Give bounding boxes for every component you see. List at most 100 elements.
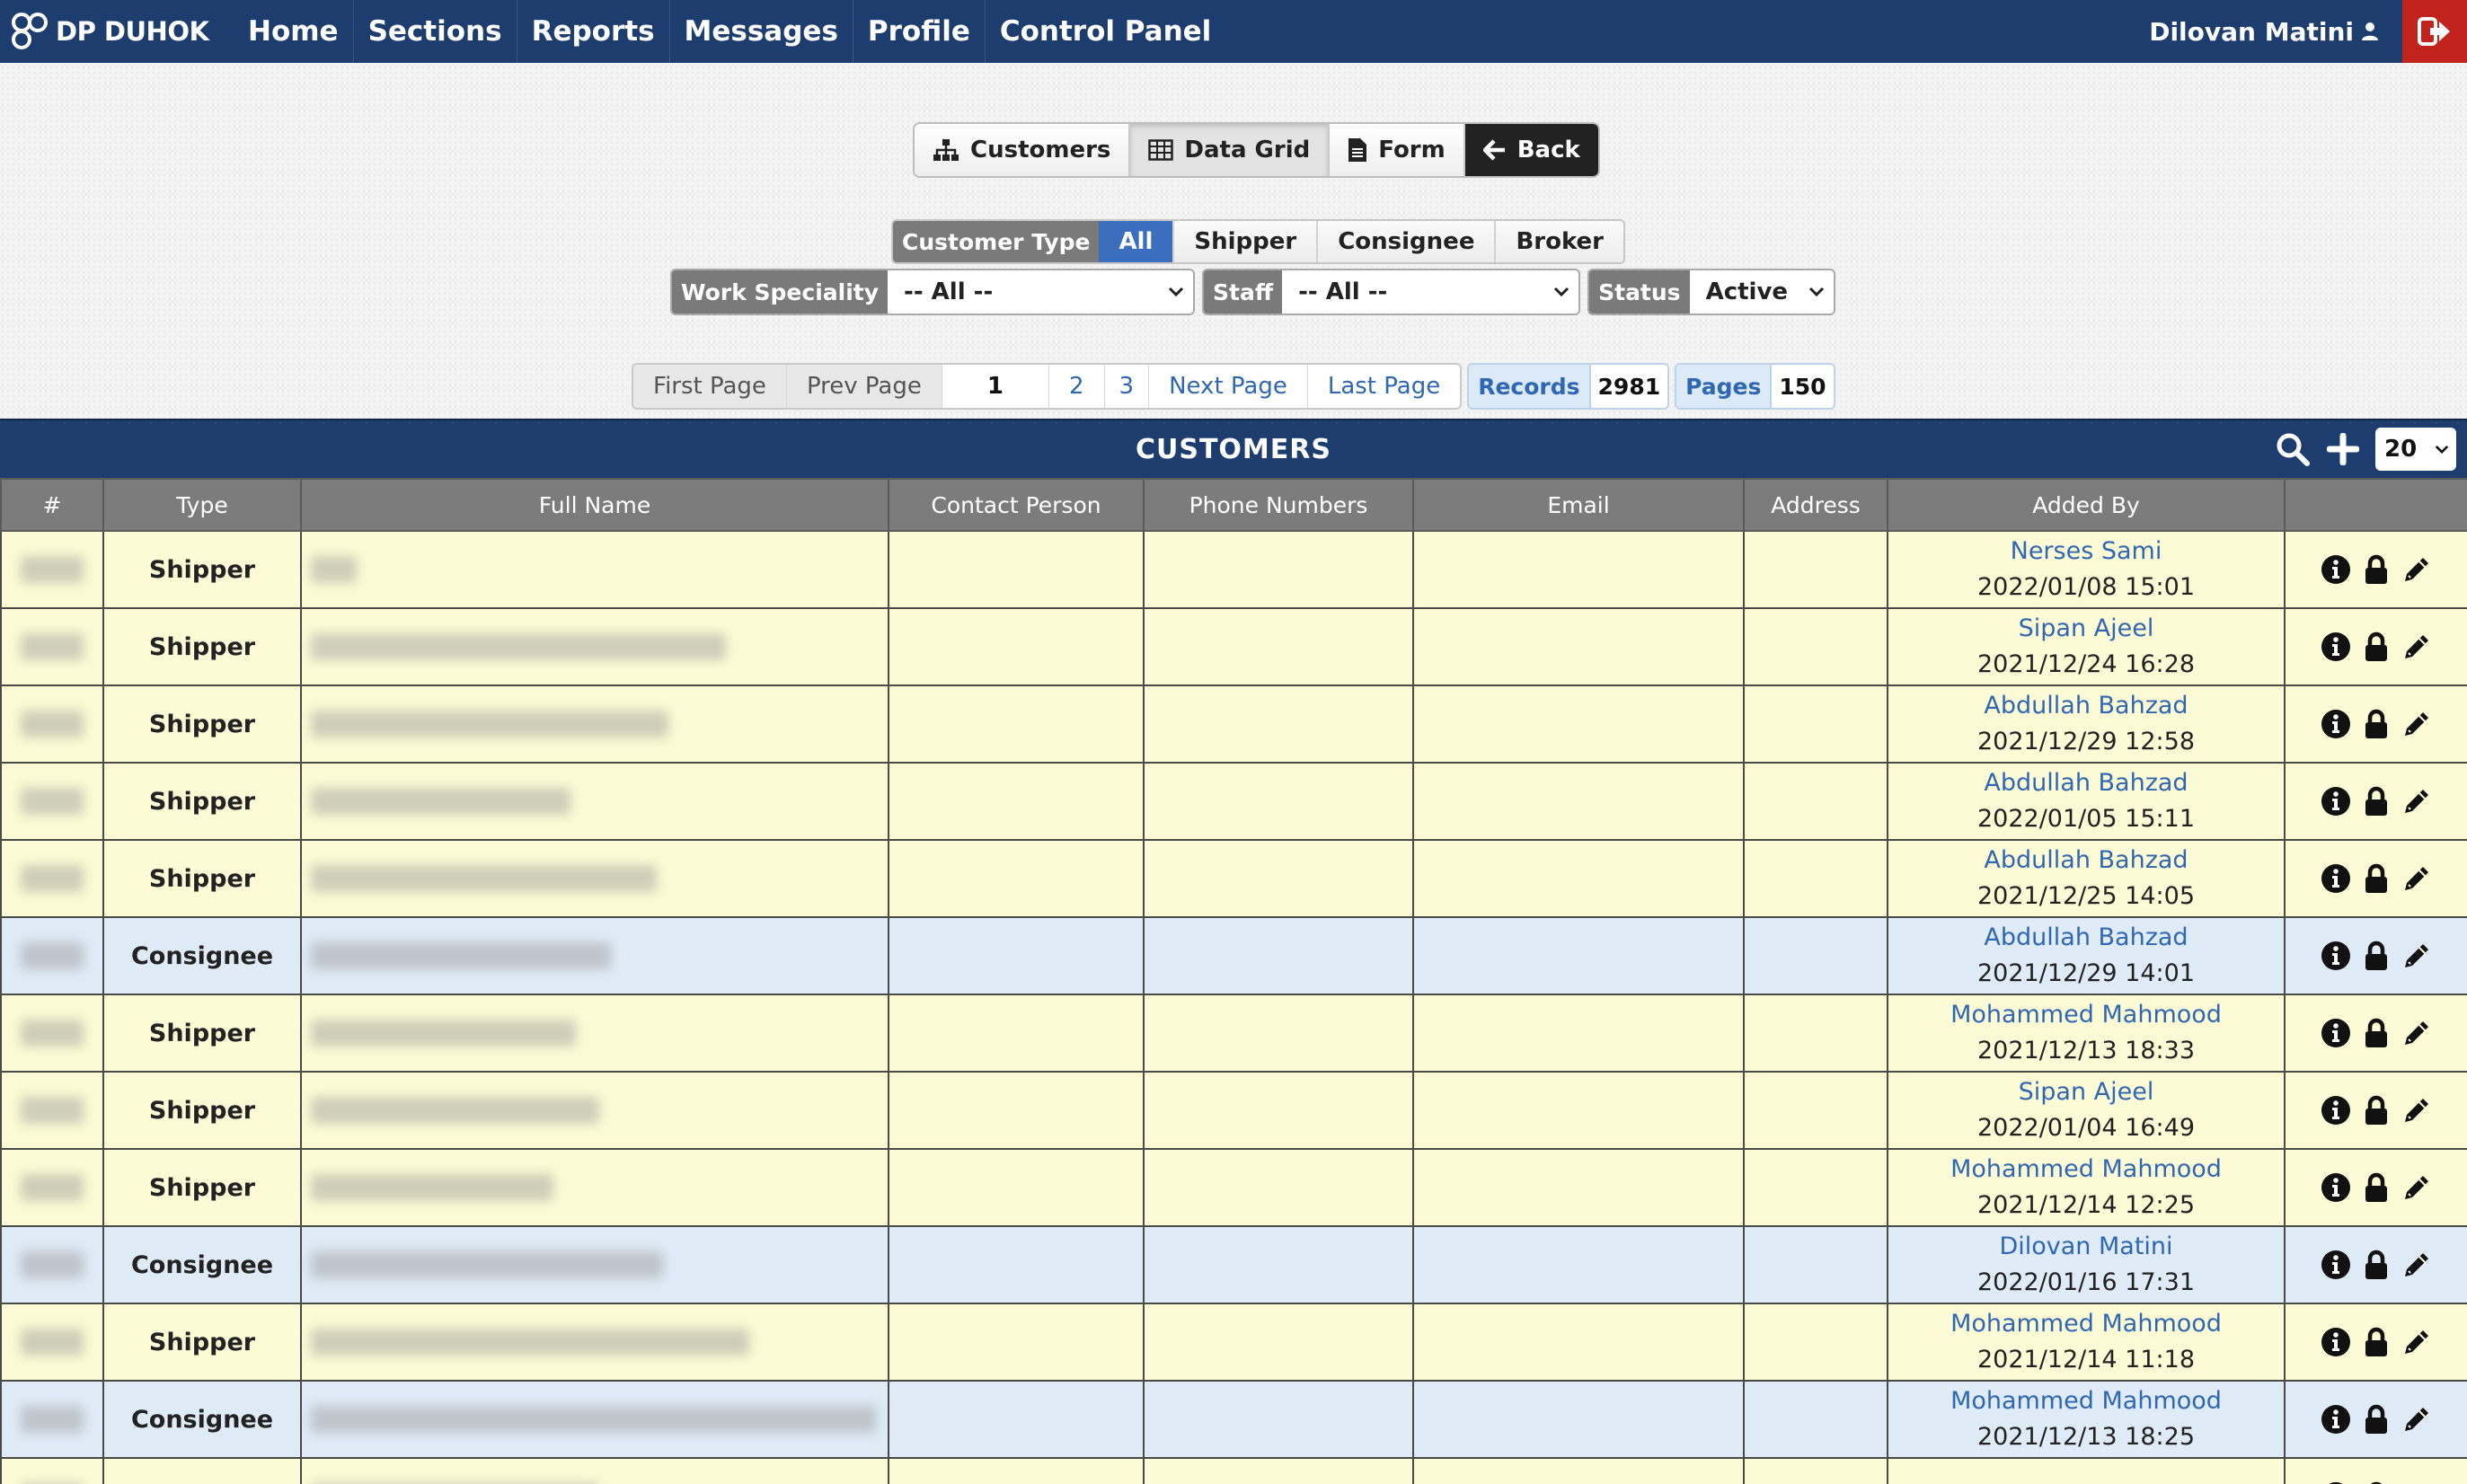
customer-type-shipper[interactable]: Shipper (1172, 221, 1317, 262)
info-icon[interactable] (2321, 941, 2351, 971)
lock-icon[interactable] (2364, 1327, 2389, 1357)
back-button[interactable]: Back (1464, 124, 1598, 176)
table-row[interactable]: Shipper Mohammed Mahmood 2021/12/13 18:33 (0, 994, 2467, 1073)
lock-icon[interactable] (2364, 632, 2389, 662)
table-row[interactable]: Consignee Dilovan Matini 2022/01/16 17:31 (0, 1225, 2467, 1304)
pencil-icon[interactable] (2401, 1095, 2432, 1126)
added-by-user-link[interactable]: Sipan Ajeel (1888, 611, 2284, 647)
page-1-button[interactable]: 1 (941, 365, 1048, 408)
info-icon[interactable] (2321, 1018, 2351, 1048)
customer-type-all[interactable]: All (1099, 221, 1173, 262)
page-3-button[interactable]: 3 (1103, 365, 1149, 408)
pencil-icon[interactable] (2401, 1250, 2432, 1280)
lock-icon[interactable] (2364, 1404, 2389, 1435)
form-view-button[interactable]: Form (1330, 124, 1465, 176)
page-size-select[interactable]: 20 (2375, 428, 2456, 471)
staff-select[interactable]: -- All -- (1282, 270, 1579, 314)
info-icon[interactable] (2321, 1172, 2351, 1203)
info-icon[interactable] (2321, 863, 2351, 894)
nav-home[interactable]: Home (234, 0, 354, 63)
added-by-user-link[interactable]: Dilovan Matini (1888, 1229, 2284, 1265)
column-header-index[interactable]: # (0, 478, 104, 532)
lock-icon[interactable] (2364, 554, 2389, 585)
table-row[interactable]: Shipper Abdullah Bahzad 2021/12/25 14:05 (0, 839, 2467, 918)
column-header-type[interactable]: Type (102, 478, 302, 532)
search-icon[interactable] (2275, 431, 2311, 467)
lock-icon[interactable] (2364, 1095, 2389, 1126)
plus-icon[interactable] (2327, 433, 2359, 465)
customers-view-button[interactable]: Customers (915, 124, 1131, 176)
table-row[interactable]: Shipper Sipan Ajeel 2022/01/04 16:49 (0, 1071, 2467, 1150)
brand-logo[interactable]: DP DUHOK (0, 0, 234, 63)
pencil-icon[interactable] (2401, 1327, 2432, 1357)
last-page-button[interactable]: Last Page (1306, 365, 1460, 408)
added-by-user-link[interactable]: Mohammed Mahmood (1888, 1383, 2284, 1419)
added-by-user-link[interactable]: Sipan Ajeel (1888, 1074, 2284, 1110)
column-header-address[interactable]: Address (1743, 478, 1888, 532)
logout-button[interactable] (2402, 0, 2467, 63)
pencil-icon[interactable] (2401, 709, 2432, 739)
lock-icon[interactable] (2364, 1250, 2389, 1280)
data-grid-view-button[interactable]: Data Grid (1130, 124, 1331, 176)
pencil-icon[interactable] (2401, 1404, 2432, 1435)
added-by-user-link[interactable]: Abdullah Bahzad (1888, 1479, 2284, 1484)
prev-page-button[interactable]: Prev Page (785, 365, 942, 408)
info-icon[interactable] (2321, 1095, 2351, 1126)
table-row[interactable]: Abdullah Bahzad (0, 1457, 2467, 1484)
lock-icon[interactable] (2364, 786, 2389, 817)
table-row[interactable]: Shipper Mohammed Mahmood 2021/12/14 12:25 (0, 1148, 2467, 1227)
pencil-icon[interactable] (2401, 1018, 2432, 1048)
column-header-phone-numbers[interactable]: Phone Numbers (1143, 478, 1414, 532)
info-icon[interactable] (2321, 786, 2351, 817)
pencil-icon[interactable] (2401, 863, 2432, 894)
added-by-user-link[interactable]: Mohammed Mahmood (1888, 997, 2284, 1033)
customer-type-broker[interactable]: Broker (1494, 221, 1624, 262)
table-row[interactable]: Shipper Abdullah Bahzad 2021/12/29 12:58 (0, 685, 2467, 764)
next-page-button[interactable]: Next Page (1148, 365, 1307, 408)
added-by-user-link[interactable]: Nerses Sami (1888, 534, 2284, 570)
nav-messages[interactable]: Messages (670, 0, 853, 63)
nav-reports[interactable]: Reports (517, 0, 670, 63)
added-by-user-link[interactable]: Abdullah Bahzad (1888, 843, 2284, 879)
info-icon[interactable] (2321, 554, 2351, 585)
page-2-button[interactable]: 2 (1048, 365, 1104, 408)
column-header-added-by[interactable]: Added By (1887, 478, 2286, 532)
lock-icon[interactable] (2364, 709, 2389, 739)
nav-control-panel[interactable]: Control Panel (986, 0, 1225, 63)
table-row[interactable]: Shipper Mohammed Mahmood 2021/12/14 11:18 (0, 1303, 2467, 1382)
column-header-full-name[interactable]: Full Name (300, 478, 889, 532)
table-row[interactable]: Consignee Abdullah Bahzad 2021/12/29 14:01 (0, 916, 2467, 995)
added-by-user-link[interactable]: Abdullah Bahzad (1888, 688, 2284, 724)
pencil-icon[interactable] (2401, 941, 2432, 971)
table-row[interactable]: Consignee Mohammed Mahmood 2021/12/13 18:2… (0, 1380, 2467, 1459)
pencil-icon[interactable] (2401, 786, 2432, 817)
lock-icon[interactable] (2364, 941, 2389, 971)
added-by-user-link[interactable]: Mohammed Mahmood (1888, 1306, 2284, 1342)
added-by-user-link[interactable]: Mohammed Mahmood (1888, 1152, 2284, 1188)
nav-profile[interactable]: Profile (853, 0, 986, 63)
info-icon[interactable] (2321, 709, 2351, 739)
lock-icon[interactable] (2364, 1018, 2389, 1048)
info-icon[interactable] (2321, 1250, 2351, 1280)
pencil-icon[interactable] (2401, 1172, 2432, 1203)
status-select[interactable]: Active (1689, 270, 1834, 314)
table-row[interactable]: Shipper Nerses Sami 2022/01/08 15:01 (0, 530, 2467, 609)
table-row[interactable]: Shipper Sipan Ajeel 2021/12/24 16:28 (0, 607, 2467, 686)
added-by-user-link[interactable]: Abdullah Bahzad (1888, 765, 2284, 801)
info-icon[interactable] (2321, 632, 2351, 662)
info-icon[interactable] (2321, 1327, 2351, 1357)
first-page-button[interactable]: First Page (633, 365, 786, 408)
nav-sections[interactable]: Sections (354, 0, 517, 63)
table-row[interactable]: Shipper Abdullah Bahzad 2022/01/05 15:11 (0, 762, 2467, 841)
pencil-icon[interactable] (2401, 632, 2432, 662)
added-by-user-link[interactable]: Abdullah Bahzad (1888, 920, 2284, 956)
lock-icon[interactable] (2364, 1172, 2389, 1203)
user-menu[interactable]: Dilovan Matini (2149, 17, 2402, 47)
pencil-icon[interactable] (2401, 554, 2432, 585)
work-speciality-select[interactable]: -- All -- (888, 270, 1194, 314)
lock-icon[interactable] (2364, 863, 2389, 894)
column-header-contact-person[interactable]: Contact Person (888, 478, 1145, 532)
info-icon[interactable] (2321, 1404, 2351, 1435)
customer-type-consignee[interactable]: Consignee (1316, 221, 1495, 262)
column-header-email[interactable]: Email (1412, 478, 1745, 532)
